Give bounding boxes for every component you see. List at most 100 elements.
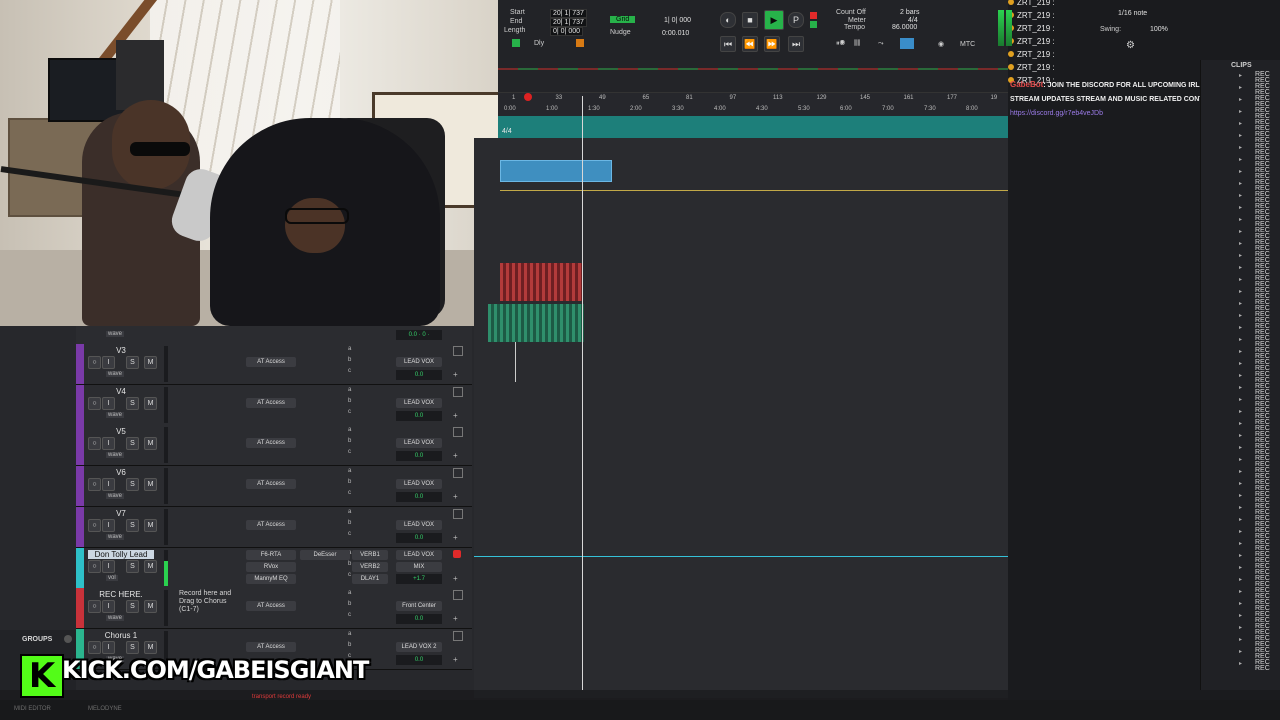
input-button[interactable]: I xyxy=(102,396,115,410)
track-volume[interactable]: 0.0 xyxy=(396,451,442,462)
output-bus[interactable]: Front Center xyxy=(396,601,442,612)
track-row[interactable]: V3 ○ I S Mwave a b c AT Access LEAD VOX 0.0 + xyxy=(76,344,472,385)
clip-tree-arrow-icon[interactable]: ▸ xyxy=(1239,72,1242,79)
add-plugin-icon[interactable]: + xyxy=(453,411,458,420)
mtc-button[interactable]: MTC xyxy=(960,41,975,48)
groups-menu-icon[interactable] xyxy=(64,635,72,643)
track-view-selector[interactable]: wave xyxy=(106,411,125,418)
track-volume[interactable]: 0.0 xyxy=(396,614,442,625)
nudge-label[interactable]: Nudge xyxy=(610,29,631,36)
clip-tree-arrow-icon[interactable]: ▸ xyxy=(1239,84,1242,91)
output-bus[interactable]: LEAD VOX xyxy=(396,549,442,560)
clip-tree-arrow-icon[interactable]: ▸ xyxy=(1239,516,1242,523)
clip-tree-arrow-icon[interactable]: ▸ xyxy=(1239,408,1242,415)
clip-tree-arrow-icon[interactable]: ▸ xyxy=(1239,444,1242,451)
track-rec-icon[interactable]: ○ xyxy=(88,559,101,573)
insert-plugin[interactable]: MannyM EQ xyxy=(246,573,296,584)
send-slot-label[interactable]: b xyxy=(348,520,351,526)
solo-button[interactable]: S xyxy=(126,478,139,492)
track-rec-icon[interactable]: ○ xyxy=(88,396,101,410)
clip-tree-arrow-icon[interactable]: ▸ xyxy=(1239,216,1242,223)
clip-tree-arrow-icon[interactable]: ▸ xyxy=(1239,180,1242,187)
track-view-selector[interactable]: wave xyxy=(106,371,125,377)
dly-toggle-icon[interactable] xyxy=(576,39,584,47)
clip-tree-arrow-icon[interactable]: ▸ xyxy=(1239,384,1242,391)
rewind-button[interactable]: ⏪ xyxy=(742,36,758,52)
track-options-icon[interactable] xyxy=(453,386,463,397)
wait-for-note-icon[interactable] xyxy=(900,38,914,49)
clip-tree-arrow-icon[interactable]: ▸ xyxy=(1239,132,1242,139)
track-row[interactable]: V6 ○ I S Mwave a b c AT Access LEAD VOX 0.0 + xyxy=(76,466,472,508)
clip-tree-arrow-icon[interactable]: ▸ xyxy=(1239,264,1242,271)
send-slot-label[interactable]: b xyxy=(348,642,351,648)
insert-plugin[interactable]: AT Access xyxy=(246,519,296,530)
track-view-selector[interactable]: wave xyxy=(106,533,125,540)
mute-button[interactable]: M xyxy=(144,640,157,654)
stop-button[interactable]: ■ xyxy=(742,12,758,28)
clip-tree-arrow-icon[interactable]: ▸ xyxy=(1239,396,1242,403)
loop-icon[interactable]: ⤳ xyxy=(878,40,884,48)
track-name[interactable]: V6 xyxy=(88,468,154,477)
track-rec-icon[interactable]: ○ xyxy=(88,478,101,492)
clips-header[interactable]: CLIPS xyxy=(1231,62,1252,69)
send-slot-label[interactable]: b xyxy=(348,438,351,444)
record-mode-icon[interactable]: P xyxy=(788,12,804,28)
send-slot-label[interactable]: c xyxy=(348,368,351,374)
clip-tree-arrow-icon[interactable]: ▸ xyxy=(1239,276,1242,283)
insert-plugin[interactable]: AT Access xyxy=(246,601,296,612)
track-name[interactable]: V3 xyxy=(88,346,154,355)
track-options-icon[interactable] xyxy=(453,508,463,519)
send-slot-label[interactable]: a xyxy=(348,468,351,474)
clip-tree-arrow-icon[interactable]: ▸ xyxy=(1239,528,1242,535)
input-button[interactable]: I xyxy=(102,600,115,614)
track-rec-icon[interactable]: ○ xyxy=(88,600,101,614)
solo-button[interactable]: S xyxy=(126,437,139,451)
solo-button[interactable]: S xyxy=(126,600,139,614)
insert-plugin[interactable]: AT Access xyxy=(246,397,296,408)
clip-item[interactable]: REC xyxy=(1255,665,1279,672)
track-name[interactable]: REC HERE. xyxy=(88,590,154,599)
clip-tree-arrow-icon[interactable]: ▸ xyxy=(1239,552,1242,559)
clip-tree-arrow-icon[interactable]: ▸ xyxy=(1239,612,1242,619)
clip-tree-arrow-icon[interactable]: ▸ xyxy=(1239,336,1242,343)
input-button[interactable]: I xyxy=(102,478,115,492)
clip-tree-arrow-icon[interactable]: ▸ xyxy=(1239,348,1242,355)
track-row[interactable]: V7 ○ I S Mwave a b c AT Access LEAD VOX 0.0 + xyxy=(76,506,472,548)
output-bus[interactable]: LEAD VOX xyxy=(396,519,442,530)
input-button[interactable]: I xyxy=(102,518,115,532)
online-icon[interactable]: ◐ xyxy=(720,12,736,28)
solo-button[interactable]: S xyxy=(126,518,139,532)
pause-icon[interactable]: ⏸◉ xyxy=(836,40,845,48)
record-arm-icon[interactable] xyxy=(453,549,461,558)
start-field[interactable]: 20| 1| 737 xyxy=(550,9,587,18)
output-bus[interactable]: LEAD VOX 2 xyxy=(396,641,442,652)
send-slot-label[interactable]: a xyxy=(348,590,351,596)
add-plugin-icon[interactable]: + xyxy=(453,655,458,664)
tempo-value[interactable]: 86.0000 xyxy=(892,24,917,31)
clip-tree-arrow-icon[interactable]: ▸ xyxy=(1239,312,1242,319)
send-slot-label[interactable]: b xyxy=(348,561,351,567)
clip-tree-arrow-icon[interactable]: ▸ xyxy=(1239,324,1242,331)
insert-plugin[interactable]: AT Access xyxy=(246,479,296,490)
track-volume[interactable]: 0.0 xyxy=(396,654,442,665)
send-slot-label[interactable]: a xyxy=(348,427,351,433)
note-value[interactable]: 1/16 note xyxy=(1118,10,1147,17)
track-name[interactable]: V7 xyxy=(88,509,154,518)
dly-label[interactable]: Dly xyxy=(534,40,544,47)
track-volume[interactable]: 0.0 xyxy=(396,492,442,503)
track-name[interactable]: V4 xyxy=(88,387,154,396)
track-volume[interactable]: 0.0 · 0 · xyxy=(396,330,442,340)
audio-clip-green[interactable] xyxy=(488,304,584,342)
input-button[interactable]: I xyxy=(102,559,115,573)
fast-forward-button[interactable]: ⏩ xyxy=(764,36,780,52)
clip-tree-arrow-icon[interactable]: ▸ xyxy=(1239,240,1242,247)
send-slot-label[interactable]: b xyxy=(348,601,351,607)
clip-tree-arrow-icon[interactable]: ▸ xyxy=(1239,372,1242,379)
clip-tree-arrow-icon[interactable]: ▸ xyxy=(1239,492,1242,499)
clip-tree-arrow-icon[interactable]: ▸ xyxy=(1239,204,1242,211)
track-volume[interactable]: 0.0 xyxy=(396,410,442,421)
clip-tree-arrow-icon[interactable]: ▸ xyxy=(1239,648,1242,655)
output-bus[interactable]: LEAD VOX xyxy=(396,479,442,490)
track-options-icon[interactable] xyxy=(453,346,463,356)
track-view-selector[interactable]: vol xyxy=(106,574,118,581)
